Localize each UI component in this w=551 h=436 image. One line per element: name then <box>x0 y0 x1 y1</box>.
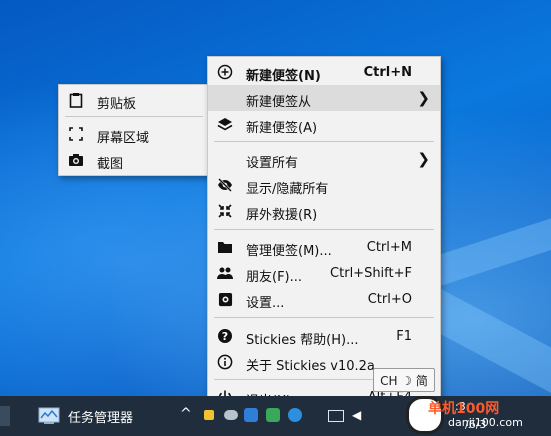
eye-off-icon <box>217 177 233 193</box>
menu-item-label: 设置... <box>246 296 285 311</box>
collapse-icon <box>217 203 233 219</box>
menu-item-set-all[interactable]: 设置所有 ❯ <box>208 146 440 172</box>
chevron-right-icon: ❯ <box>417 89 430 107</box>
menu-item-label: 管理便签(M)... <box>246 244 332 259</box>
info-icon <box>217 354 233 370</box>
clipboard-icon <box>68 92 84 108</box>
menu-item-label: 关于 Stickies v10.2a... <box>246 359 388 374</box>
tray-expand-icon[interactable]: ^ <box>180 406 192 422</box>
menu-item-label: 新建便签(A) <box>246 121 318 136</box>
tray-cloud-icon[interactable] <box>224 410 238 420</box>
watermark-text: 单机100网 <box>428 401 500 417</box>
menu-item-show-hide-all[interactable]: 显示/隐藏所有 <box>208 172 440 198</box>
menu-item-shortcut: F1 <box>396 329 412 344</box>
people-icon <box>217 265 233 281</box>
menu-item-label: 屏外救援(R) <box>246 208 318 223</box>
layers-icon <box>217 116 233 132</box>
menu-item-shortcut: Ctrl+N <box>363 65 412 80</box>
menu-item-new-note-from[interactable]: 新建便签从 ❯ <box>208 85 440 111</box>
menu-item-shortcut: Ctrl+M <box>366 240 412 255</box>
chevron-right-icon: ❯ <box>417 150 430 168</box>
help-icon: ? <box>217 328 233 344</box>
submenu-item-screen-region[interactable]: 屏幕区域 <box>59 121 209 147</box>
folder-icon <box>217 239 233 255</box>
menu-item-label: Stickies 帮助(H)... <box>246 333 359 348</box>
menu-divider <box>214 141 434 142</box>
menu-divider <box>214 317 434 318</box>
tray-green-icon[interactable] <box>266 408 280 422</box>
gear-icon <box>217 291 233 307</box>
plus-circle-icon <box>217 64 233 80</box>
submenu-divider <box>65 116 203 117</box>
camera-icon <box>68 152 84 168</box>
watermark-subtext: danji100.com <box>448 416 523 429</box>
menu-item-offscreen-rescue[interactable]: 屏外救援(R) <box>208 198 440 224</box>
tray-blue-icon[interactable] <box>244 408 258 422</box>
volume-icon[interactable]: ◀ <box>352 408 361 422</box>
taskbar-app-label: 任务管理器 <box>68 410 134 426</box>
menu-item-label: 朋友(F)... <box>246 270 303 285</box>
screen-region-icon <box>68 126 84 142</box>
menu-item-friends[interactable]: 朋友(F)... Ctrl+Shift+F <box>208 260 440 286</box>
submenu-item-screenshot[interactable]: 截图 <box>59 147 209 173</box>
ime-language-indicator[interactable]: CH ☽ 简 <box>373 368 435 392</box>
menu-item-label: 新建便签(N) <box>246 69 321 84</box>
submenu-item-label: 截图 <box>97 157 124 172</box>
submenu-item-label: 剪贴板 <box>97 97 137 112</box>
menu-item-new-note[interactable]: 新建便签(N) Ctrl+N <box>208 59 440 85</box>
task-manager-icon <box>38 407 60 425</box>
menu-item-shortcut: Ctrl+Shift+F <box>330 266 412 281</box>
menu-item-new-note-a[interactable]: 新建便签(A) <box>208 111 440 137</box>
menu-item-label: 新建便签从 <box>246 95 312 110</box>
network-icon[interactable] <box>328 410 344 422</box>
new-note-from-submenu: 剪贴板 屏幕区域 截图 <box>58 84 210 176</box>
menu-item-label: 显示/隐藏所有 <box>246 182 329 197</box>
tray-app-icon[interactable] <box>288 408 302 422</box>
menu-item-help[interactable]: ? Stickies 帮助(H)... F1 <box>208 323 440 349</box>
menu-item-settings[interactable]: 设置... Ctrl+O <box>208 286 440 312</box>
submenu-item-label: 屏幕区域 <box>97 131 150 146</box>
menu-item-label: 设置所有 <box>246 156 299 171</box>
menu-item-manage-notes[interactable]: 管理便签(M)... Ctrl+M <box>208 234 440 260</box>
menu-divider <box>214 229 434 230</box>
svg-text:?: ? <box>222 330 228 343</box>
tray-yellow-icon[interactable] <box>204 410 214 420</box>
menu-item-shortcut: Ctrl+O <box>367 292 412 307</box>
stickies-context-menu: 新建便签(N) Ctrl+N 新建便签从 ❯ 新建便签(A) 设置所有 ❯ 显示… <box>207 56 441 414</box>
taskbar-app-task-manager[interactable]: 任务管理器 <box>30 396 170 436</box>
submenu-item-clipboard[interactable]: 剪贴板 <box>59 87 209 113</box>
taskbar-edge <box>0 406 10 426</box>
